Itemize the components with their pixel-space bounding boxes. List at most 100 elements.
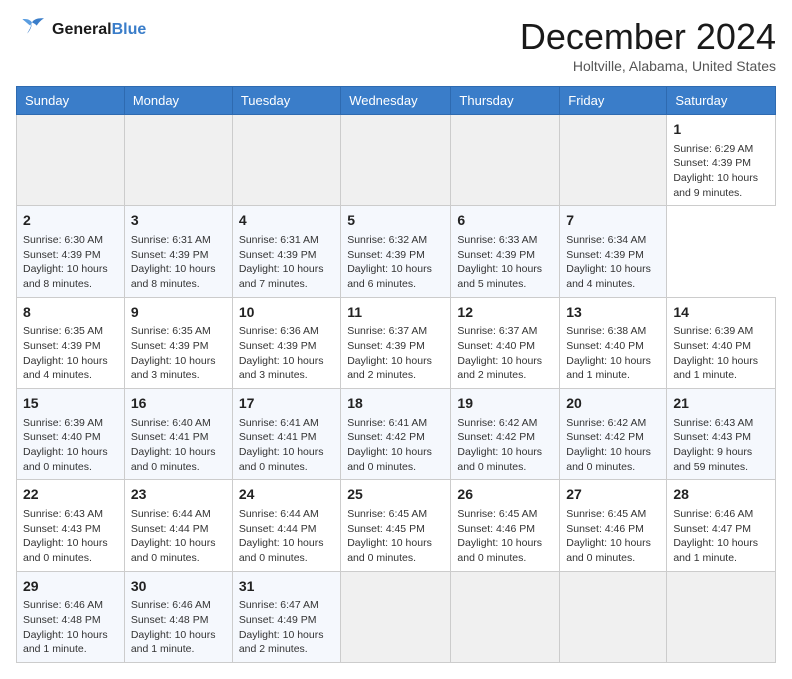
day-number: 2 [23,211,118,231]
month-title: December 2024 [520,16,776,58]
day-info: Sunrise: 6:37 AMSunset: 4:40 PMDaylight:… [457,324,553,383]
cell-day-25: 25Sunrise: 6:45 AMSunset: 4:45 PMDayligh… [341,480,451,571]
day-number: 16 [131,394,226,414]
day-number: 8 [23,303,118,323]
page-header: GeneralBlue December 2024 Holtville, Ala… [16,16,776,74]
day-number: 13 [566,303,660,323]
day-number: 19 [457,394,553,414]
cell-empty [124,115,232,206]
cell-day-24: 24Sunrise: 6:44 AMSunset: 4:44 PMDayligh… [232,480,340,571]
cell-day-11: 11Sunrise: 6:37 AMSunset: 4:39 PMDayligh… [341,297,451,388]
cell-day-8: 8Sunrise: 6:35 AMSunset: 4:39 PMDaylight… [17,297,125,388]
day-info: Sunrise: 6:46 AMSunset: 4:48 PMDaylight:… [23,598,118,657]
cell-day-4: 4Sunrise: 6:31 AMSunset: 4:39 PMDaylight… [232,206,340,297]
day-number: 1 [673,120,769,140]
day-info: Sunrise: 6:47 AMSunset: 4:49 PMDaylight:… [239,598,334,657]
calendar-header-row: SundayMondayTuesdayWednesdayThursdayFrid… [17,87,776,115]
day-number: 29 [23,577,118,597]
day-info: Sunrise: 6:43 AMSunset: 4:43 PMDaylight:… [23,507,118,566]
day-info: Sunrise: 6:45 AMSunset: 4:46 PMDaylight:… [457,507,553,566]
header-monday: Monday [124,87,232,115]
calendar-week-5: 22Sunrise: 6:43 AMSunset: 4:43 PMDayligh… [17,480,776,571]
title-block: December 2024 Holtville, Alabama, United… [520,16,776,74]
day-info: Sunrise: 6:29 AMSunset: 4:39 PMDaylight:… [673,142,769,201]
header-thursday: Thursday [451,87,560,115]
day-number: 25 [347,485,444,505]
calendar-week-6: 29Sunrise: 6:46 AMSunset: 4:48 PMDayligh… [17,571,776,662]
cell-day-17: 17Sunrise: 6:41 AMSunset: 4:41 PMDayligh… [232,389,340,480]
header-wednesday: Wednesday [341,87,451,115]
header-saturday: Saturday [667,87,776,115]
day-info: Sunrise: 6:36 AMSunset: 4:39 PMDaylight:… [239,324,334,383]
day-number: 7 [566,211,660,231]
day-number: 11 [347,303,444,323]
cell-day-27: 27Sunrise: 6:45 AMSunset: 4:46 PMDayligh… [560,480,667,571]
day-info: Sunrise: 6:43 AMSunset: 4:43 PMDaylight:… [673,416,769,475]
cell-empty [341,571,451,662]
day-info: Sunrise: 6:34 AMSunset: 4:39 PMDaylight:… [566,233,660,292]
calendar-week-1: 1Sunrise: 6:29 AMSunset: 4:39 PMDaylight… [17,115,776,206]
day-number: 4 [239,211,334,231]
cell-day-18: 18Sunrise: 6:41 AMSunset: 4:42 PMDayligh… [341,389,451,480]
day-info: Sunrise: 6:41 AMSunset: 4:41 PMDaylight:… [239,416,334,475]
day-number: 14 [673,303,769,323]
cell-empty [341,115,451,206]
cell-empty [17,115,125,206]
calendar-table: SundayMondayTuesdayWednesdayThursdayFrid… [16,86,776,663]
day-number: 20 [566,394,660,414]
day-info: Sunrise: 6:44 AMSunset: 4:44 PMDaylight:… [239,507,334,566]
day-number: 18 [347,394,444,414]
cell-empty [560,115,667,206]
day-number: 21 [673,394,769,414]
day-number: 10 [239,303,334,323]
cell-day-22: 22Sunrise: 6:43 AMSunset: 4:43 PMDayligh… [17,480,125,571]
day-info: Sunrise: 6:31 AMSunset: 4:39 PMDaylight:… [239,233,334,292]
calendar-week-3: 8Sunrise: 6:35 AMSunset: 4:39 PMDaylight… [17,297,776,388]
cell-empty [451,115,560,206]
day-info: Sunrise: 6:35 AMSunset: 4:39 PMDaylight:… [23,324,118,383]
day-info: Sunrise: 6:32 AMSunset: 4:39 PMDaylight:… [347,233,444,292]
cell-day-23: 23Sunrise: 6:44 AMSunset: 4:44 PMDayligh… [124,480,232,571]
day-info: Sunrise: 6:30 AMSunset: 4:39 PMDaylight:… [23,233,118,292]
day-number: 3 [131,211,226,231]
header-friday: Friday [560,87,667,115]
cell-day-2: 2Sunrise: 6:30 AMSunset: 4:39 PMDaylight… [17,206,125,297]
logo: GeneralBlue [16,16,146,44]
day-number: 6 [457,211,553,231]
day-info: Sunrise: 6:44 AMSunset: 4:44 PMDaylight:… [131,507,226,566]
cell-day-9: 9Sunrise: 6:35 AMSunset: 4:39 PMDaylight… [124,297,232,388]
cell-day-29: 29Sunrise: 6:46 AMSunset: 4:48 PMDayligh… [17,571,125,662]
day-info: Sunrise: 6:46 AMSunset: 4:48 PMDaylight:… [131,598,226,657]
day-info: Sunrise: 6:39 AMSunset: 4:40 PMDaylight:… [673,324,769,383]
day-number: 15 [23,394,118,414]
day-number: 12 [457,303,553,323]
cell-day-6: 6Sunrise: 6:33 AMSunset: 4:39 PMDaylight… [451,206,560,297]
day-info: Sunrise: 6:42 AMSunset: 4:42 PMDaylight:… [457,416,553,475]
day-info: Sunrise: 6:45 AMSunset: 4:45 PMDaylight:… [347,507,444,566]
header-sunday: Sunday [17,87,125,115]
day-info: Sunrise: 6:46 AMSunset: 4:47 PMDaylight:… [673,507,769,566]
cell-day-5: 5Sunrise: 6:32 AMSunset: 4:39 PMDaylight… [341,206,451,297]
day-number: 26 [457,485,553,505]
day-number: 24 [239,485,334,505]
day-info: Sunrise: 6:31 AMSunset: 4:39 PMDaylight:… [131,233,226,292]
cell-day-19: 19Sunrise: 6:42 AMSunset: 4:42 PMDayligh… [451,389,560,480]
day-info: Sunrise: 6:41 AMSunset: 4:42 PMDaylight:… [347,416,444,475]
cell-empty [451,571,560,662]
day-info: Sunrise: 6:40 AMSunset: 4:41 PMDaylight:… [131,416,226,475]
cell-day-13: 13Sunrise: 6:38 AMSunset: 4:40 PMDayligh… [560,297,667,388]
cell-empty [232,115,340,206]
day-info: Sunrise: 6:45 AMSunset: 4:46 PMDaylight:… [566,507,660,566]
cell-day-16: 16Sunrise: 6:40 AMSunset: 4:41 PMDayligh… [124,389,232,480]
cell-day-10: 10Sunrise: 6:36 AMSunset: 4:39 PMDayligh… [232,297,340,388]
day-info: Sunrise: 6:39 AMSunset: 4:40 PMDaylight:… [23,416,118,475]
day-number: 9 [131,303,226,323]
calendar-week-2: 2Sunrise: 6:30 AMSunset: 4:39 PMDaylight… [17,206,776,297]
cell-day-15: 15Sunrise: 6:39 AMSunset: 4:40 PMDayligh… [17,389,125,480]
logo-text: GeneralBlue [52,21,146,39]
cell-day-7: 7Sunrise: 6:34 AMSunset: 4:39 PMDaylight… [560,206,667,297]
day-number: 23 [131,485,226,505]
cell-day-20: 20Sunrise: 6:42 AMSunset: 4:42 PMDayligh… [560,389,667,480]
cell-day-31: 31Sunrise: 6:47 AMSunset: 4:49 PMDayligh… [232,571,340,662]
cell-day-26: 26Sunrise: 6:45 AMSunset: 4:46 PMDayligh… [451,480,560,571]
